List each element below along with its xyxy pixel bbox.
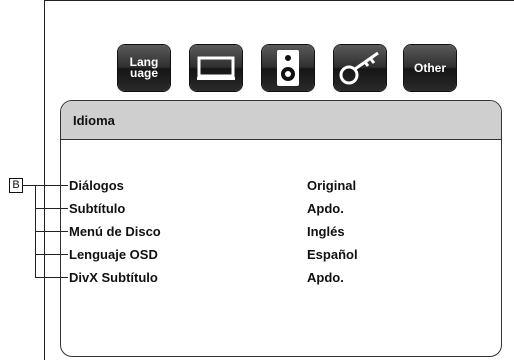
setting-value-subtitle[interactable]: Apdo. [307,201,344,216]
frame-top-line [44,0,514,1]
setting-value-divx-subtitle[interactable]: Apdo. [307,270,344,285]
setting-label-osd-language[interactable]: Lenguaje OSD [69,247,158,262]
speaker-icon-graphic [277,50,299,86]
setting-label-disc-menu[interactable]: Menú de Disco [69,224,161,239]
callout-bracket-disc-menu [35,231,68,232]
setting-value-osd-language[interactable]: Español [307,247,358,262]
key-icon[interactable] [334,45,386,91]
other-icon-label: Other [413,60,446,75]
setting-value-disc-menu[interactable]: Inglés [307,224,345,239]
callout-connector [22,185,68,186]
display-icon-graphic [197,56,235,80]
other-icon[interactable]: Other [404,45,456,91]
language-icon[interactable]: Lang uage [118,45,170,91]
setting-label-subtitle[interactable]: Subtítulo [69,201,125,216]
callout-bracket-divx [35,277,68,278]
setting-label-divx-subtitle[interactable]: DivX Subtítulo [69,270,158,285]
callout-bracket-osd [35,254,68,255]
language-icon-text: Lang uage [129,55,159,80]
callout-bracket-subtitle [35,208,68,209]
panel-title: Idioma [61,101,501,140]
display-icon[interactable] [190,45,242,91]
callout-b-label: B [9,178,23,193]
frame-left-line [44,0,45,360]
speaker-icon[interactable] [262,45,314,91]
key-icon-graphic [339,51,379,85]
setting-label-dialogs[interactable]: Diálogos [69,178,124,193]
setting-value-dialogs[interactable]: Original [307,178,356,193]
